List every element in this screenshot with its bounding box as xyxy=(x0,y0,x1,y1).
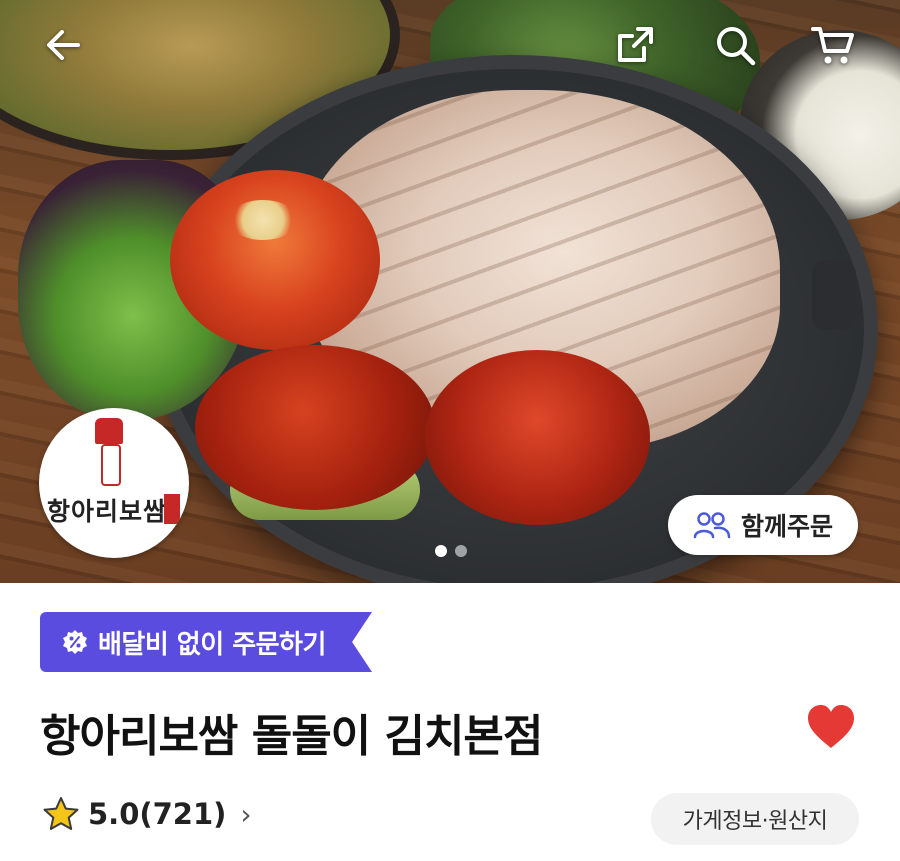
people-icon xyxy=(693,512,731,539)
star-icon xyxy=(43,797,79,830)
group-order-button[interactable]: 함께주문 xyxy=(668,495,858,555)
share-button[interactable] xyxy=(612,22,658,68)
share-icon xyxy=(618,27,653,62)
cart-button[interactable] xyxy=(810,22,856,68)
carousel-dot-active xyxy=(435,545,447,557)
radish-kimchi xyxy=(170,170,380,350)
rating-value: 5.0(721) xyxy=(88,797,227,831)
discount-badge-icon xyxy=(63,630,87,654)
store-name: 항아리보쌈 돌돌이 김치본점 xyxy=(40,711,543,762)
favorite-button[interactable] xyxy=(804,700,858,754)
free-delivery-badge[interactable]: 배달비 없이 주문하기 xyxy=(40,612,372,672)
rating-link[interactable]: 5.0(721) › xyxy=(42,796,252,832)
store-info-button[interactable]: 가게정보·원산지 xyxy=(651,793,859,845)
store-logo: 항아리보쌈 xyxy=(39,408,189,558)
free-delivery-label: 배달비 없이 주문하기 xyxy=(98,629,326,660)
kimchi-sauce-right xyxy=(425,350,650,525)
carousel-indicator xyxy=(435,545,467,557)
sesame-topping xyxy=(228,200,298,240)
cart-icon xyxy=(811,27,854,64)
heart-icon xyxy=(808,705,854,748)
arrow-left-icon xyxy=(47,30,80,60)
chevron-right-icon: › xyxy=(240,797,252,831)
logo-lamp-body xyxy=(101,444,121,486)
kimchi-sauce-left xyxy=(195,345,435,510)
search-icon xyxy=(717,27,756,66)
plate-handle xyxy=(812,260,856,330)
back-button[interactable] xyxy=(40,22,86,68)
logo-text: 항아리보쌈 xyxy=(47,497,168,526)
store-info-label: 가게정보·원산지 xyxy=(682,809,828,834)
logo-stamp xyxy=(164,494,180,524)
logo-lamp-icon xyxy=(95,418,123,444)
carousel-dot xyxy=(455,545,467,557)
hero-image: 항아리보쌈 함께주문 xyxy=(0,0,900,583)
group-order-label: 함께주문 xyxy=(740,513,833,541)
search-button[interactable] xyxy=(712,22,758,68)
